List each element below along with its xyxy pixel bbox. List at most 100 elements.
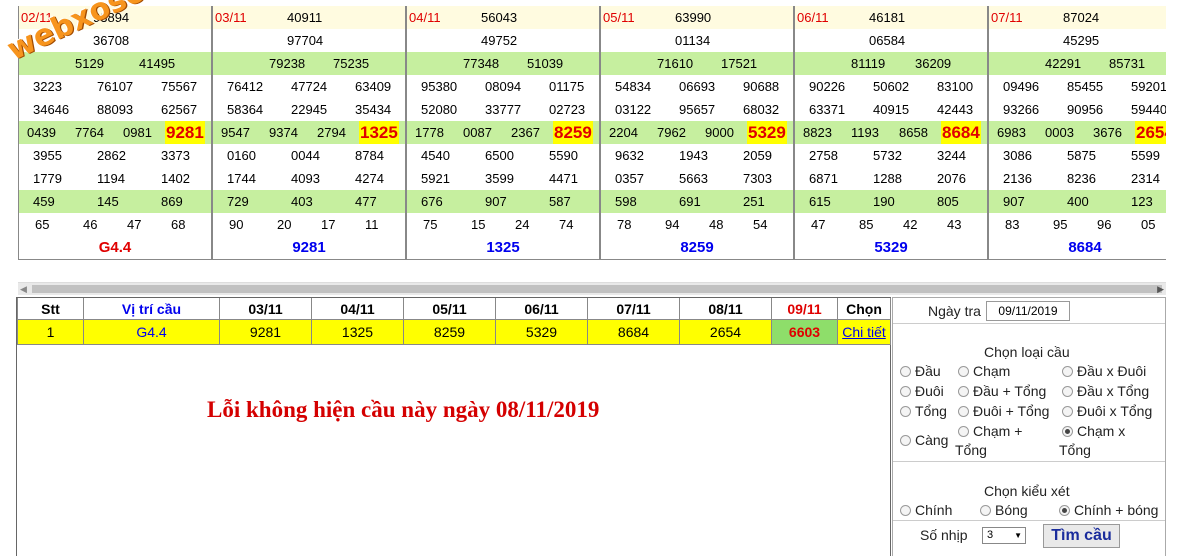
- prize-row: 598 691 251: [601, 190, 793, 213]
- prize-value: 42443: [937, 102, 974, 117]
- prize-value: 0981: [123, 125, 152, 140]
- prize-value: 1288: [873, 171, 902, 186]
- prize-value: 4093: [291, 171, 320, 186]
- prize-value: 76412: [227, 79, 264, 94]
- cell-position: G4.4: [83, 319, 220, 345]
- prize-value: 2367: [511, 125, 540, 140]
- prize-value: 88093: [97, 102, 134, 117]
- type-option[interactable]: Đầu + Tổng: [958, 383, 1046, 399]
- prize-value: 1744: [227, 171, 256, 186]
- prize-value: 02723: [549, 102, 586, 117]
- nhip-label: Số nhịp: [920, 527, 968, 543]
- prize-value: 56043: [481, 10, 518, 25]
- prize-value: 97704: [287, 33, 324, 48]
- highlight-value: 2654: [1135, 121, 1166, 144]
- nhip-select[interactable]: 3 ▼: [982, 527, 1026, 544]
- prize-row: 0160 0044 8784: [213, 144, 405, 167]
- radio-checked-icon: [1059, 504, 1070, 516]
- prize-value: 63371: [809, 102, 846, 117]
- prize-value: 48: [709, 217, 724, 232]
- prize-row: 3955 2862 3373: [19, 144, 211, 167]
- prize-value: 93266: [1003, 102, 1040, 117]
- prize-value: 7764: [75, 125, 104, 140]
- prize-value: 400: [1067, 194, 1089, 209]
- prize-value: 85: [859, 217, 874, 232]
- type-option[interactable]: Đuôi: [900, 383, 944, 399]
- type-option[interactable]: Đầu x Tổng: [1062, 383, 1149, 399]
- prize-value: 8658: [899, 125, 928, 140]
- prize-value: 81119: [851, 56, 886, 71]
- prize-value: 2204: [609, 125, 638, 140]
- col-stt: Stt: [17, 298, 84, 320]
- highlight-value: 8684: [941, 121, 981, 144]
- prize-value: 2862: [97, 148, 126, 163]
- prize-row: 04/11 56043: [407, 6, 599, 29]
- prize-value: 46: [83, 217, 98, 232]
- prize-row: 34646 88093 62567: [19, 98, 211, 121]
- prize-row: 2136 8236 2314: [989, 167, 1166, 190]
- prize-row: 63371 40915 42443: [795, 98, 987, 121]
- prize-value: 51039: [527, 56, 564, 71]
- prize-value: 1778: [415, 125, 444, 140]
- panel-date: 04/11: [409, 10, 441, 25]
- prize-value: 59201: [1131, 79, 1166, 94]
- prize-value: 805: [937, 194, 959, 209]
- prize-row: 76412 47724 63409: [213, 75, 405, 98]
- chevron-down-icon: ▼: [1014, 531, 1022, 540]
- type-option[interactable]: Chạm: [958, 363, 1010, 379]
- type-option[interactable]: Đuôi + Tổng: [958, 403, 1049, 419]
- prize-value: 71610: [657, 56, 694, 71]
- prize-row: 8823 1193 8658 8684: [795, 121, 987, 144]
- type-option[interactable]: Tổng: [900, 403, 947, 419]
- prize-row: 83 95 96 05: [989, 213, 1166, 236]
- highlight-value: 1325: [359, 121, 399, 144]
- view-option[interactable]: Bóng: [980, 502, 1028, 518]
- prize-value: 46181: [869, 10, 906, 25]
- view-option[interactable]: Chính: [900, 502, 952, 518]
- prize-value: 7303: [743, 171, 772, 186]
- divider: [893, 323, 1165, 324]
- prize-value: 3955: [33, 148, 62, 163]
- horizontal-scrollbar[interactable]: ◀ ▶: [18, 282, 1166, 295]
- prize-value: 6983: [997, 125, 1026, 140]
- date-input[interactable]: 09/11/2019: [986, 301, 1070, 321]
- prize-value: 1943: [679, 148, 708, 163]
- prize-value: 4274: [355, 171, 384, 186]
- col-date: 06/11: [495, 298, 588, 320]
- prize-value: 59440: [1131, 102, 1166, 117]
- prize-value: 2059: [743, 148, 772, 163]
- type-option[interactable]: Đầu: [900, 363, 941, 379]
- prize-row: 3223 76107 75567: [19, 75, 211, 98]
- prize-row: 1778 0087 2367 8259: [407, 121, 599, 144]
- prize-value: 729: [227, 194, 249, 209]
- prize-value: 0160: [227, 148, 256, 163]
- type-option[interactable]: Đầu x Đuôi: [1062, 363, 1146, 379]
- scroll-right-icon[interactable]: ▶: [1157, 283, 1164, 295]
- prize-row: 05/11 63990: [601, 6, 793, 29]
- result-panel: 03/11 40911 97704 79238 75235 76412 47724 63409…: [212, 6, 406, 260]
- type-option-selected[interactable]: Chạm x: [1062, 423, 1125, 439]
- prize-value: 17: [321, 217, 336, 232]
- view-option-selected[interactable]: Chính + bóng: [1059, 502, 1158, 518]
- prize-row: 4540 6500 5590: [407, 144, 599, 167]
- cell-value: 2654: [679, 319, 772, 345]
- prize-row: 06584: [795, 29, 987, 52]
- prize-value: 5663: [679, 171, 708, 186]
- type-option[interactable]: Càng: [900, 432, 948, 448]
- detail-link[interactable]: Chi tiết: [837, 319, 891, 345]
- scroll-left-icon[interactable]: ◀: [20, 283, 27, 295]
- type-option[interactable]: Chạm +: [958, 423, 1022, 439]
- search-button[interactable]: Tìm cầu: [1043, 524, 1120, 548]
- prize-value: 2314: [1131, 171, 1160, 186]
- prize-row: 907 400 123: [989, 190, 1166, 213]
- error-message: Lỗi không hiện cầu này ngày 08/11/2019: [207, 397, 600, 422]
- prize-value: 5921: [421, 171, 450, 186]
- type-option[interactable]: Đuôi x Tổng: [1062, 403, 1152, 419]
- prize-value: 587: [549, 194, 571, 209]
- prize-value: 63990: [675, 10, 712, 25]
- scrollbar-thumb[interactable]: [32, 285, 1162, 293]
- prize-value: 20: [277, 217, 292, 232]
- prize-value: 2758: [809, 148, 838, 163]
- prize-value: 09496: [1003, 79, 1040, 94]
- prize-value: 83100: [937, 79, 974, 94]
